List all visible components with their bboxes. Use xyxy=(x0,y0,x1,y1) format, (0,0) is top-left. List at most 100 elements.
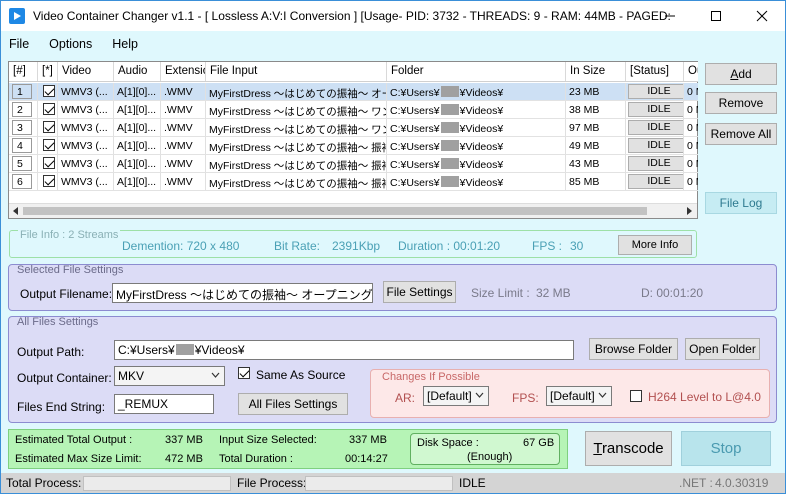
table-row[interactable]: 4 WMV3 (... A[1][0]... .WMV MyFirstDress ～はじ… xyxy=(9,137,698,155)
file-log-button[interactable]: File Log xyxy=(705,192,777,214)
row-number-box[interactable]: 6 xyxy=(12,174,32,189)
extension-cell: .WMV xyxy=(161,119,206,136)
status-badge[interactable]: IDLE xyxy=(628,102,683,117)
remove-button[interactable]: Remove xyxy=(705,92,777,114)
status-cell: IDLE xyxy=(626,155,684,172)
col-header-in-size[interactable]: In Size xyxy=(566,62,626,81)
audio-cell: A[1][0]... xyxy=(114,155,161,172)
output-cell: 0 M xyxy=(687,158,698,170)
status-badge[interactable]: IDLE xyxy=(628,174,683,189)
row-check-box[interactable] xyxy=(43,121,55,133)
folder-cell: C:¥Users¥ ¥Videos¥ xyxy=(387,101,566,118)
remove-all-button[interactable]: Remove All xyxy=(705,123,777,145)
status-badge[interactable]: IDLE xyxy=(628,120,683,135)
col-header-index[interactable]: [#] xyxy=(9,62,38,81)
row-checkbox[interactable] xyxy=(38,101,58,118)
folder-cell: C:¥Users¥ ¥Videos¥ xyxy=(387,119,566,136)
fps-value: 30 xyxy=(570,239,584,253)
row-number-box[interactable]: 2 xyxy=(12,102,32,117)
row-checkbox[interactable] xyxy=(38,119,58,136)
row-check-box[interactable] xyxy=(43,157,55,169)
col-header-status[interactable]: [Status] xyxy=(626,62,684,81)
ar-select[interactable]: [Default] xyxy=(423,386,489,406)
table-row[interactable]: 2 WMV3 (... A[1][0]... .WMV MyFirstDress ～はじ… xyxy=(9,101,698,119)
row-number-box[interactable]: 4 xyxy=(12,138,32,153)
audio-cell: A[1][0]... xyxy=(114,173,161,190)
status-badge[interactable]: IDLE xyxy=(628,138,683,153)
in-size-cell: 85 MB xyxy=(566,173,626,190)
row-checkbox[interactable] xyxy=(38,137,58,154)
fps-select[interactable]: [Default] xyxy=(546,386,612,406)
output-container-select[interactable]: MKV xyxy=(114,366,225,386)
file-info-group: File Info : 2 Streams Demention: 720 x 4… xyxy=(9,229,697,258)
total-duration-value: 00:14:27 xyxy=(345,453,388,465)
close-button[interactable] xyxy=(739,1,785,31)
row-number-box[interactable]: 5 xyxy=(12,156,32,171)
est-max-size-label: Estimated Max Size Limit: xyxy=(15,453,142,465)
row-check-box[interactable] xyxy=(43,175,55,187)
more-info-button[interactable]: More Info xyxy=(618,235,692,255)
horizontal-scrollbar[interactable] xyxy=(9,203,697,218)
col-header-audio[interactable]: Audio xyxy=(114,62,161,81)
stop-button[interactable]: Stop xyxy=(681,431,771,466)
browse-folder-button[interactable]: Browse Folder xyxy=(589,338,678,360)
h264-level-checkbox[interactable] xyxy=(630,390,642,402)
folder-part-1: C:¥Users¥ xyxy=(390,159,440,171)
same-as-source-checkbox[interactable] xyxy=(238,367,250,379)
fps-select-label: FPS: xyxy=(512,391,539,405)
row-checkbox[interactable] xyxy=(38,173,58,190)
all-files-settings-button[interactable]: All Files Settings xyxy=(238,393,348,415)
files-end-string-input[interactable]: _REMUX xyxy=(114,394,214,414)
table-row[interactable]: 3 WMV3 (... A[1][0]... .WMV MyFirstDress ～はじ… xyxy=(9,119,698,137)
row-checkbox[interactable] xyxy=(38,83,58,100)
changes-if-possible-label: Changes If Possible xyxy=(382,371,480,383)
table-row[interactable]: 6 WMV3 (... A[1][0]... .WMV MyFirstDress ～はじ… xyxy=(9,173,698,191)
table-row[interactable]: 5 WMV3 (... A[1][0]... .WMV MyFirstDress ～はじ… xyxy=(9,155,698,173)
col-header-video[interactable]: Video xyxy=(58,62,114,81)
status-badge[interactable]: IDLE xyxy=(628,84,683,99)
file-grid[interactable]: [#] [*] Video Audio Extensio File Input … xyxy=(8,61,698,219)
row-number-box[interactable]: 1 xyxy=(12,84,32,99)
row-check-box[interactable] xyxy=(43,85,55,97)
minimize-button[interactable] xyxy=(647,1,693,31)
scrollbar-thumb[interactable] xyxy=(23,207,647,215)
menu-options[interactable]: Options xyxy=(49,37,92,51)
app-icon xyxy=(9,8,25,24)
maximize-button[interactable] xyxy=(693,1,739,31)
files-end-string-label: Files End String: xyxy=(17,400,106,414)
table-row[interactable]: 1 WMV3 (... A[1][0]... .WMV MyFirstDress ～はじ… xyxy=(9,83,698,101)
selected-duration: D: 00:01:20 xyxy=(641,286,704,300)
extension-cell: .WMV xyxy=(161,155,206,172)
open-folder-button[interactable]: Open Folder xyxy=(685,338,760,360)
add-button[interactable]: Add xyxy=(705,63,777,85)
file-settings-button[interactable]: File Settings xyxy=(383,281,456,303)
col-header-extension[interactable]: Extensio xyxy=(161,62,206,81)
col-header-file-input[interactable]: File Input xyxy=(206,62,387,81)
status-badge[interactable]: IDLE xyxy=(628,156,683,171)
video-cell: WMV3 (... xyxy=(58,173,114,190)
scroll-right-icon[interactable] xyxy=(685,207,693,215)
ar-value: [Default] xyxy=(427,389,472,403)
folder-cell: C:¥Users¥ ¥Videos¥ xyxy=(387,83,566,100)
row-checkbox[interactable] xyxy=(38,155,58,172)
output-filename-input[interactable]: MyFirstDress ～はじめての振袖～ オープニング xyxy=(112,283,373,303)
row-check-box[interactable] xyxy=(43,139,55,151)
transcode-button[interactable]: Transcode xyxy=(585,431,672,466)
est-total-output-value: 337 MB xyxy=(165,434,203,446)
col-header-folder[interactable]: Folder xyxy=(387,62,566,81)
menu-help[interactable]: Help xyxy=(112,37,138,51)
output-path-input[interactable]: C:¥Users¥ ¥Videos¥ xyxy=(114,340,574,360)
bitrate-value: 2391Kbp xyxy=(332,239,381,253)
file-input-cell: MyFirstDress ～はじめての振袖～ オープニ... xyxy=(206,83,387,100)
row-number-box[interactable]: 3 xyxy=(12,120,32,135)
row-check-box[interactable] xyxy=(43,103,55,115)
redacted-username xyxy=(440,158,459,169)
col-header-check[interactable]: [*] xyxy=(38,62,58,81)
row-number: 5 xyxy=(9,155,38,172)
scroll-left-icon[interactable] xyxy=(12,207,20,215)
output-path-label: Output Path: xyxy=(17,345,85,359)
menu-file[interactable]: File xyxy=(9,37,29,51)
video-cell: WMV3 (... xyxy=(58,137,114,154)
total-process-bar xyxy=(83,476,231,491)
col-header-output[interactable]: Ou xyxy=(684,62,698,81)
